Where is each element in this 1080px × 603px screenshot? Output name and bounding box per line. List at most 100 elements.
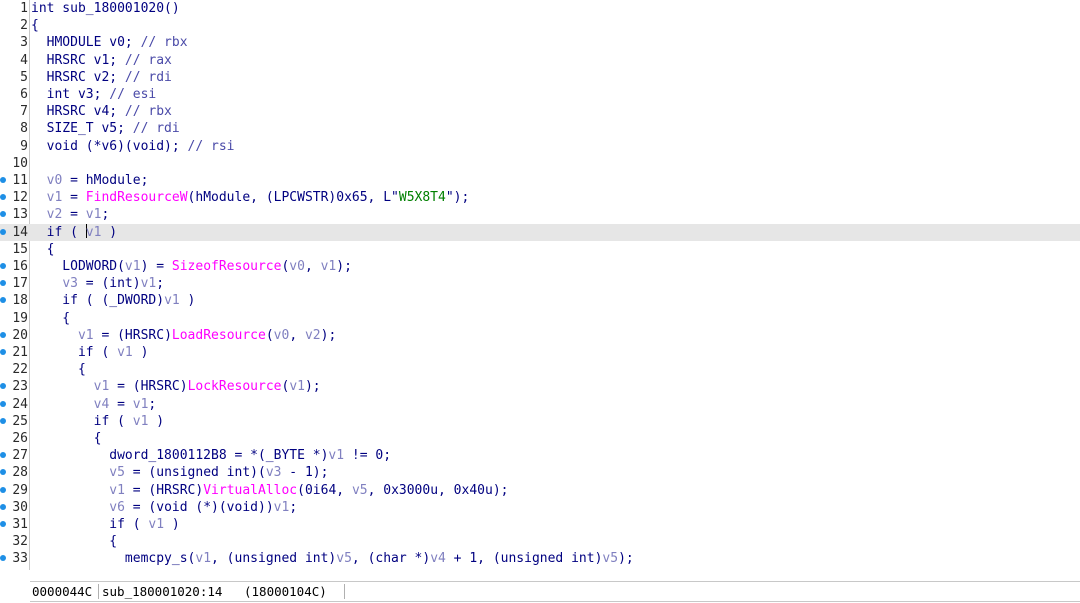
code-text[interactable]: int sub_180001020() [31, 0, 180, 17]
code-line[interactable]: 22 { [0, 361, 1080, 378]
code-token: v0 [289, 259, 305, 274]
line-number: 11 [12, 173, 28, 188]
code-text[interactable]: v1 = (HRSRC)LoadResource(v0, v2); [31, 327, 336, 344]
code-text[interactable]: LODWORD(v1) = SizeofResource(v0, v1); [31, 258, 352, 275]
code-text[interactable]: dword_1800112B8 = *(_BYTE *)v1 != 0; [31, 447, 391, 464]
code-text[interactable]: v1 = (HRSRC)LockResource(v1); [31, 378, 321, 395]
code-token: // rdi [132, 121, 180, 137]
code-line[interactable]: 24 v4 = v1; [0, 396, 1080, 413]
code-line[interactable]: 29 v1 = (HRSRC)VirtualAlloc(0i64, v5, 0x… [0, 482, 1080, 499]
code-token: if ( (_DWORD) [31, 293, 165, 309]
code-line[interactable]: 9 void (*v6)(void); // rsi [0, 138, 1080, 155]
code-line[interactable]: 15 { [0, 241, 1080, 258]
code-line[interactable]: 27 dword_1800112B8 = *(_BYTE *)v1 != 0; [0, 447, 1080, 464]
code-token: v5 [336, 551, 352, 567]
code-line[interactable]: 32 { [0, 533, 1080, 550]
code-text[interactable]: HRSRC v1; // rax [31, 52, 172, 69]
line-number: 1 [20, 1, 28, 16]
code-line[interactable]: 25 if ( v1 ) [0, 413, 1080, 430]
code-text[interactable]: v4 = v1; [31, 396, 157, 413]
code-token: - 1); [281, 465, 329, 481]
code-line[interactable]: 19 { [0, 310, 1080, 327]
code-line[interactable]: 17 v3 = (int)v1; [0, 275, 1080, 292]
code-line[interactable]: 20 v1 = (HRSRC)LoadResource(v0, v2); [0, 327, 1080, 344]
code-text[interactable]: SIZE_T v5; // rdi [31, 120, 180, 137]
code-text[interactable]: if ( v1 ) [31, 344, 148, 361]
code-text[interactable]: if ( v1 ) [31, 516, 179, 533]
code-text[interactable]: { [31, 533, 117, 550]
code-line[interactable]: 26 { [0, 430, 1080, 447]
code-line[interactable]: 14 if ( v1 ) [0, 223, 1080, 241]
code-token: LockResource [187, 379, 282, 395]
code-token: HRSRC v2; [31, 69, 125, 85]
code-text[interactable]: v6 = (void (*)(void))v1; [31, 499, 297, 516]
code-token: (hModule, (LPCWSTR)0x65, L" [187, 190, 399, 206]
line-number: 6 [20, 87, 28, 102]
code-text[interactable]: HRSRC v2; // rdi [31, 69, 172, 86]
code-token: v6 [109, 499, 125, 515]
line-number: 3 [20, 35, 28, 51]
code-text[interactable]: void (*v6)(void); // rsi [31, 138, 235, 155]
code-text[interactable]: v3 = (int)v1; [31, 275, 164, 292]
code-line[interactable]: 1 int sub_180001020() [0, 0, 1080, 17]
code-text[interactable]: { [31, 430, 102, 447]
pseudocode-view[interactable]: 1 int sub_180001020() 2{3 HMODULE v0; // r… [0, 0, 1080, 570]
code-text[interactable]: if ( (_DWORD)v1 ) [31, 292, 195, 309]
line-number: 21 [12, 345, 28, 360]
code-line[interactable]: 33 memcpy_s(v1, (unsigned int)v5, (char … [0, 550, 1080, 567]
code-token: v1 [85, 224, 102, 240]
status-location: sub_180001020:14 [102, 584, 223, 599]
line-number: 29 [12, 482, 28, 498]
code-token: v5 [351, 482, 368, 498]
line-number: 12 [12, 190, 28, 206]
code-text[interactable]: int v3; // esi [31, 86, 157, 103]
code-line[interactable]: 11 v0 = hModule; [0, 172, 1080, 189]
code-line[interactable]: 5 HRSRC v2; // rdi [0, 69, 1080, 86]
code-token: ); [336, 259, 352, 274]
code-line[interactable]: 31 if ( v1 ) [0, 516, 1080, 533]
code-token: if ( [31, 413, 133, 429]
code-line[interactable]: 13 v2 = v1; [0, 206, 1080, 223]
code-text[interactable]: HMODULE v0; // rbx [31, 34, 188, 51]
code-text[interactable]: v1 = FindResourceW(hModule, (LPCWSTR)0x6… [31, 189, 470, 206]
code-text[interactable]: if ( v1 ) [31, 223, 117, 241]
code-line[interactable]: 4 HRSRC v1; // rax [0, 52, 1080, 69]
code-text[interactable]: { [31, 241, 55, 258]
code-line[interactable]: 18 if ( (_DWORD)v1 ) [0, 292, 1080, 309]
code-line[interactable]: 23 v1 = (HRSRC)LockResource(v1); [0, 378, 1080, 395]
code-token: = [62, 190, 86, 206]
code-text[interactable]: v2 = v1; [31, 206, 110, 223]
code-line[interactable]: 6 int v3; // esi [0, 86, 1080, 103]
line-number: 10 [12, 155, 28, 171]
code-token: v3 [265, 465, 282, 481]
code-line[interactable]: 10 [0, 155, 1080, 172]
code-line[interactable]: 8 SIZE_T v5; // rdi [0, 120, 1080, 137]
code-token: v5 [109, 465, 125, 481]
code-line[interactable]: 28 v5 = (unsigned int)(v3 - 1); [0, 464, 1080, 481]
code-text[interactable]: memcpy_s(v1, (unsigned int)v5, (char *)v… [31, 550, 634, 567]
code-line[interactable]: 3 HMODULE v0; // rbx [0, 34, 1080, 51]
code-text[interactable]: v0 = hModule; [31, 172, 149, 189]
code-token: v1 [117, 345, 133, 360]
code-line[interactable]: 16 LODWORD(v1) = SizeofResource(v0, v1); [0, 258, 1080, 275]
code-line[interactable]: 30 v6 = (void (*)(void))v1; [0, 499, 1080, 516]
code-text[interactable]: { [31, 310, 70, 327]
code-text[interactable]: HRSRC v4; // rbx [31, 103, 172, 120]
code-token: ) [179, 293, 196, 309]
code-line[interactable]: 12 v1 = FindResourceW(hModule, (LPCWSTR)… [0, 189, 1080, 206]
code-line[interactable]: 7 HRSRC v4; // rbx [0, 103, 1080, 120]
code-text[interactable]: { [31, 17, 39, 34]
code-token: { [31, 18, 39, 34]
line-number: 30 [12, 499, 28, 515]
code-text[interactable]: v1 = (HRSRC)VirtualAlloc(0i64, v5, 0x300… [31, 482, 508, 499]
code-text[interactable]: v5 = (unsigned int)(v3 - 1); [31, 464, 328, 481]
code-text[interactable]: if ( v1 ) [31, 413, 164, 430]
code-line[interactable]: 21 if ( v1 ) [0, 344, 1080, 361]
code-token: v1 [85, 207, 102, 223]
code-token: , [304, 259, 321, 274]
code-text[interactable]: { [31, 361, 86, 378]
code-line[interactable]: 2{ [0, 17, 1080, 34]
